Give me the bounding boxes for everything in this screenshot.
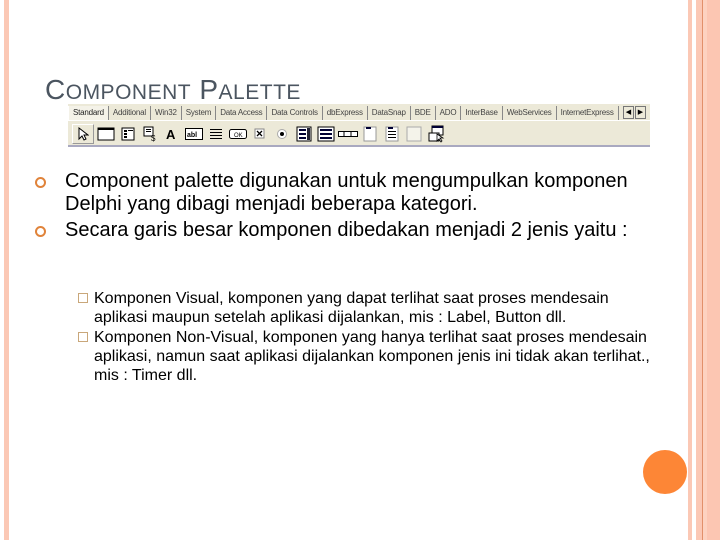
scrollbar-icon[interactable] <box>338 125 358 143</box>
popupmenu-icon[interactable]: $ <box>140 125 160 143</box>
svg-text:OK: OK <box>234 133 243 139</box>
memo-icon[interactable] <box>206 125 226 143</box>
bullet-item: Component palette digunakan untuk mengum… <box>35 170 675 216</box>
svg-text:A: A <box>166 127 176 141</box>
tab-dbexpress[interactable]: dbExpress <box>323 106 368 120</box>
component-icons: $ A abl OK <box>72 124 448 144</box>
tab-datasnap[interactable]: DataSnap <box>368 106 411 120</box>
button-icon[interactable]: OK <box>228 125 248 143</box>
bullet-text: Secara garis besar komponen dibedakan me… <box>65 219 628 241</box>
tab-divider <box>68 120 650 121</box>
edit-icon[interactable]: abl <box>184 125 204 143</box>
panel-icon[interactable] <box>404 125 424 143</box>
tab-additional[interactable]: Additional <box>109 106 152 120</box>
bullet-circle-icon <box>35 177 46 188</box>
label-icon[interactable]: A <box>162 125 182 143</box>
left-stripe <box>4 0 9 540</box>
frame-icon[interactable] <box>96 125 116 143</box>
right-stripe-4 <box>707 0 720 540</box>
radiogroup-icon[interactable] <box>382 125 402 143</box>
right-stripe-1 <box>688 0 692 540</box>
tab-interbase[interactable]: InterBase <box>461 106 503 120</box>
tab-data-controls[interactable]: Data Controls <box>267 106 323 120</box>
sub-bullet-item: Komponen Non-Visual, komponen yang hanya… <box>78 328 658 385</box>
title-cap-1: C <box>45 74 66 105</box>
tab-standard[interactable]: Standard <box>68 106 109 120</box>
bullet-square-icon <box>78 332 88 342</box>
title-rest-2: ALETTE <box>218 81 301 104</box>
sub-bullet-list: Komponen Visual, komponen yang dapat ter… <box>78 289 658 386</box>
bullet-square-icon <box>78 293 88 303</box>
bullet-item: Secara garis besar komponen dibedakan me… <box>35 219 675 242</box>
svg-text:$: $ <box>151 134 156 142</box>
tab-internetexpress[interactable]: InternetExpress <box>557 106 619 120</box>
checkbox-icon[interactable] <box>250 125 270 143</box>
component-palette: Standard Additional Win32 System Data Ac… <box>68 104 650 147</box>
palette-tabs: Standard Additional Win32 System Data Ac… <box>68 106 619 120</box>
sub-bullet-text: Komponen Non-Visual, komponen yang hanya… <box>94 329 650 384</box>
sub-bullet-text: Komponen Visual, komponen yang dapat ter… <box>94 290 609 326</box>
radiobutton-icon[interactable] <box>272 125 292 143</box>
bullet-list: Component palette digunakan untuk mengum… <box>35 170 675 245</box>
tab-scroll-buttons: ◀ ▶ <box>623 106 646 119</box>
tab-ado[interactable]: ADO <box>436 106 462 120</box>
scroll-right-button[interactable]: ▶ <box>635 106 646 119</box>
sub-bullet-item: Komponen Visual, komponen yang dapat ter… <box>78 289 658 327</box>
decorative-orange-circle <box>643 450 687 494</box>
bullet-circle-icon <box>35 226 46 237</box>
actionlist-icon[interactable] <box>426 125 446 143</box>
bullet-text: Component palette digunakan untuk mengum… <box>65 170 628 215</box>
tab-win32[interactable]: Win32 <box>151 106 182 120</box>
title-rest-1: OMPONENT <box>65 81 192 104</box>
groupbox-icon[interactable] <box>360 125 380 143</box>
pointer-icon[interactable] <box>72 124 94 144</box>
mainmenu-icon[interactable] <box>118 125 138 143</box>
title-cap-2: P <box>199 74 219 105</box>
listbox-icon[interactable] <box>294 125 314 143</box>
scroll-left-button[interactable]: ◀ <box>623 106 634 119</box>
tab-webservices[interactable]: WebServices <box>503 106 557 120</box>
tab-bde[interactable]: BDE <box>411 106 436 120</box>
tab-system[interactable]: System <box>182 106 217 120</box>
combobox-icon[interactable] <box>316 125 336 143</box>
svg-text:abl: abl <box>187 132 197 139</box>
tab-data-access[interactable]: Data Access <box>216 106 268 120</box>
